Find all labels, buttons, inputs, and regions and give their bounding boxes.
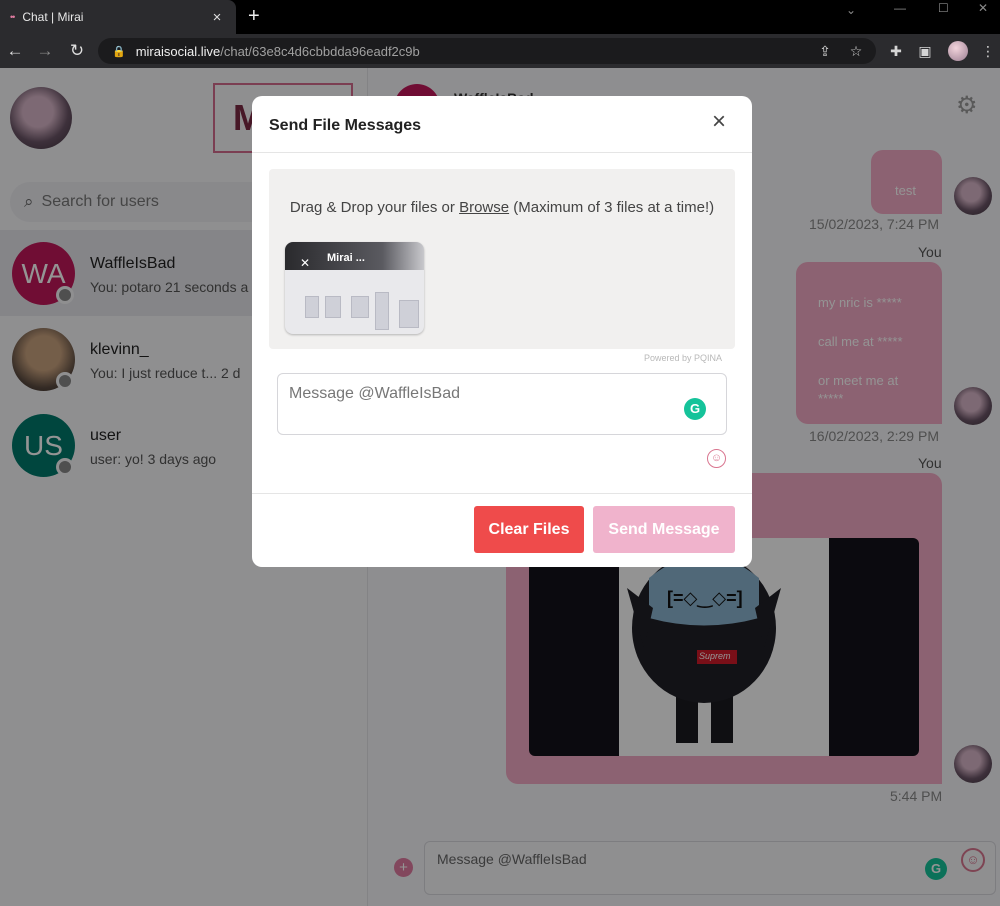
file-preview: ✕ Mirai ...: [285, 242, 424, 334]
close-icon[interactable]: ×: [707, 110, 731, 134]
modal-title: Send File Messages: [269, 117, 422, 134]
address-bar[interactable]: 🔒 miraisocial.live/chat/63e8c4d6cbbdda96…: [98, 38, 876, 64]
browser-profile-avatar[interactable]: [948, 41, 968, 61]
browser-tab[interactable]: •• Chat | Mirai ×: [0, 0, 236, 34]
powered-by: Powered by PQINA: [644, 353, 723, 363]
clear-files-button[interactable]: Clear Files: [474, 506, 584, 553]
site-favicon-icon: ••: [10, 12, 15, 22]
forward-icon[interactable]: →: [34, 40, 56, 62]
file-dropzone[interactable]: Drag & Drop your files or Browse (Maximu…: [269, 169, 735, 349]
side-panel-icon[interactable]: ▣: [915, 42, 935, 60]
url-host: miraisocial.live: [135, 43, 221, 59]
dropzone-label: Drag & Drop your files or Browse (Maximu…: [269, 199, 735, 216]
browse-link[interactable]: Browse: [459, 199, 509, 216]
thumbnail-detail: [399, 300, 419, 328]
divider: [252, 152, 752, 153]
send-file-modal: Send File Messages × Drag & Drop your fi…: [252, 96, 752, 567]
grammarly-icon[interactable]: G: [684, 398, 706, 420]
tab-search-icon[interactable]: ⌄: [846, 4, 856, 18]
new-tab-icon[interactable]: +: [248, 5, 260, 27]
lock-icon: 🔒: [112, 45, 126, 58]
window-close-icon[interactable]: ✕: [978, 2, 988, 16]
browser-menu-icon[interactable]: ⋮: [978, 42, 998, 60]
file-message-input[interactable]: Message @WaffleIsBad G: [277, 373, 727, 435]
puzzle-icon[interactable]: ✚: [886, 42, 906, 60]
minimize-icon[interactable]: —: [894, 2, 906, 16]
thumbnail-detail: [325, 296, 341, 318]
tab-title: Chat | Mirai: [22, 10, 84, 24]
send-message-button[interactable]: Send Message: [593, 506, 735, 553]
emoji-icon[interactable]: ☺: [707, 449, 726, 468]
thumbnail-detail: [351, 296, 369, 318]
share-icon[interactable]: ⇪: [815, 42, 835, 60]
thumbnail-detail: [375, 292, 389, 330]
browser-tab-bar: •• Chat | Mirai × + ⌄ — ☐ ✕: [0, 0, 1000, 34]
back-icon[interactable]: ←: [4, 40, 26, 62]
maximize-icon[interactable]: ☐: [938, 2, 949, 16]
remove-file-icon[interactable]: ✕: [300, 257, 310, 269]
star-icon[interactable]: ☆: [846, 42, 866, 60]
dropzone-text-limit: (Maximum of 3 files at a time!): [509, 199, 715, 216]
file-name: Mirai ...: [327, 252, 365, 264]
url-path: /chat/63e8c4d6cbbdda96eadf2c9b: [220, 43, 420, 59]
reload-icon[interactable]: ↻: [66, 40, 88, 62]
tab-close-icon[interactable]: ×: [208, 9, 226, 26]
divider: [252, 493, 752, 494]
dropzone-text: Drag & Drop your files or: [289, 199, 460, 216]
thumbnail-detail: [305, 296, 319, 318]
browser-toolbar: ← → ↻ 🔒 miraisocial.live/chat/63e8c4d6cb…: [0, 34, 1000, 68]
message-placeholder: Message @WaffleIsBad: [289, 385, 460, 402]
